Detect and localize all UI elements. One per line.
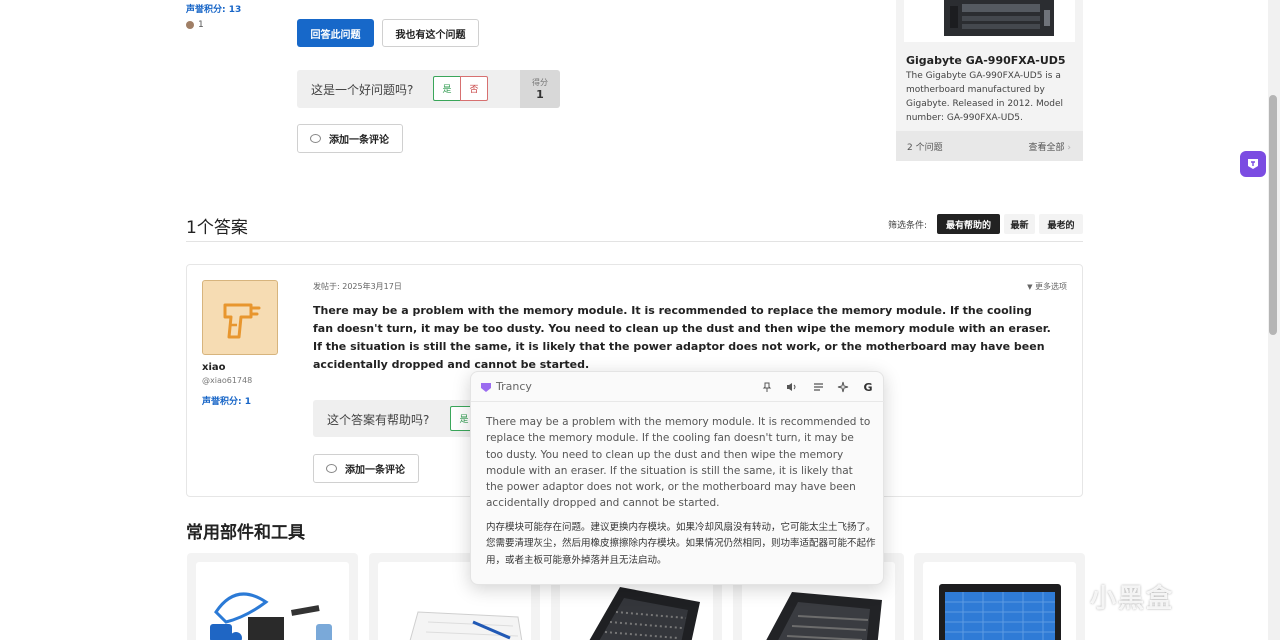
answer-add-comment-button[interactable]: 添加一条评论 [313,454,419,483]
score-label: 得分 [532,78,548,87]
pin-icon[interactable] [760,380,774,394]
drill-icon [223,303,261,339]
tool-card[interactable] [914,553,1085,640]
avatar[interactable] [202,280,278,355]
question-score: 得分 1 [520,70,560,108]
tool-image[interactable] [923,562,1076,640]
vote-no-button[interactable]: 否 [460,76,488,101]
popup-brand: Trancy [496,380,532,393]
comment-icon [326,464,337,473]
answer-post-date: 发帖于: 2025年3月17日 [313,282,402,291]
badge-count: 1 [198,20,204,30]
comment-icon [310,134,321,143]
tool-card[interactable] [187,553,358,640]
caret-down-icon: ▼ [1027,283,1033,291]
answer-question-button[interactable]: 回答此问题 [297,19,374,47]
translation-popup: Trancy G There may be a problem with the… [470,371,885,585]
sparkle-icon[interactable] [836,380,850,394]
answer-user-reputation: 声誉积分: 1 [202,397,251,407]
product-title[interactable]: Gigabyte GA-990FXA-UD5 [906,54,1066,67]
view-all-link[interactable]: 查看全部 › [1029,140,1072,153]
popup-source-text: There may be a problem with the memory m… [486,416,871,510]
product-footer: 2 个问题 查看全部 › [896,131,1083,161]
product-card[interactable]: Gigabyte GA-990FXA-UD5 The Gigabyte GA-9… [896,0,1083,161]
tools-heading: 常用部件和工具 [186,523,305,543]
divider [186,241,1083,242]
trancy-logo-icon [1248,159,1258,169]
score-value: 1 [536,88,544,101]
scrollbar-thumb[interactable] [1269,95,1277,335]
view-all-label: 查看全部 [1028,143,1065,153]
more-options-label: 更多选项 [1035,282,1067,291]
popup-header: Trancy G [471,372,885,402]
filter-most-helpful[interactable]: 最有帮助的 [937,214,1000,234]
chevron-right-icon: › [1067,143,1071,153]
trancy-logo-icon [481,383,491,392]
question-add-comment-button[interactable]: 添加一条评论 [297,124,403,153]
answers-heading: 1个答案 [186,218,248,238]
filter-oldest[interactable]: 最老的 [1039,214,1083,234]
answer-user-name[interactable]: xiao [202,362,226,373]
good-question-vote: 这是一个好问题吗? 是 否 得分 1 [297,70,560,108]
more-options-button[interactable]: ▼ 更多选项 [1027,281,1067,292]
tool-image[interactable] [196,562,349,640]
watermark: 小黑盒 [1090,584,1175,614]
answer-body: There may be a problem with the memory m… [313,304,1051,371]
product-question-count: 2 个问题 [907,143,943,153]
speaker-icon[interactable] [785,380,799,394]
google-icon[interactable]: G [861,380,875,394]
trancy-extension-button[interactable] [1240,151,1266,177]
vote-yes-button[interactable]: 是 [433,76,461,101]
list-icon[interactable] [811,380,825,394]
filter-newest[interactable]: 最新 [1004,214,1035,234]
product-description: The Gigabyte GA-990FXA-UD5 is a motherbo… [906,71,1063,123]
question-reputation: 声誉积分: 13 [186,5,242,15]
same-problem-button[interactable]: 我也有这个问题 [382,19,479,47]
add-comment-label: 添加一条评论 [329,135,389,146]
add-comment-label: 添加一条评论 [345,465,405,476]
bronze-badge-icon [186,21,194,29]
good-question-prompt: 这是一个好问题吗? [311,83,414,97]
helpful-prompt: 这个答案有帮助吗? [327,413,430,427]
product-image[interactable] [904,0,1075,42]
badge-row: 1 [186,20,204,30]
popup-translation-text: 内存模块可能存在问题。建议更换内存模块。如果冷却风扇没有转动，它可能太尘土飞扬了… [486,522,876,566]
filter-label: 筛选条件: [888,221,928,231]
answer-user-handle: @xiao61748 [202,376,253,385]
